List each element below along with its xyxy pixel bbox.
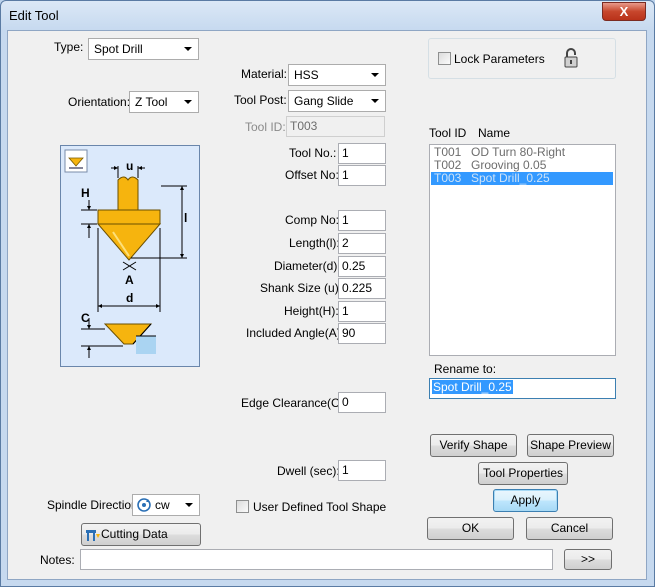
diameter-field[interactable]: 0.25 xyxy=(338,256,386,277)
included-angle-field[interactable]: 90 xyxy=(338,323,386,344)
rename-to-selected-text: Spot Drill_0.25 xyxy=(432,380,513,394)
spindle-direction-select[interactable]: cw xyxy=(132,494,200,516)
dim-a-label: A xyxy=(125,273,134,287)
offset-no-label: Offset No: xyxy=(285,168,339,182)
type-label: Type: xyxy=(54,40,84,54)
type-value: Spot Drill xyxy=(94,42,143,56)
tool-shape-diagram: u H l A d C xyxy=(60,145,200,367)
dialog-client-area: Type: Spot Drill Orientation: Z Tool u H… xyxy=(7,30,647,580)
chevron-down-icon xyxy=(371,73,379,77)
close-button[interactable]: X xyxy=(602,2,646,21)
ok-button[interactable]: OK xyxy=(427,517,514,540)
comp-no-label: Comp No: xyxy=(285,213,340,227)
chevron-down-icon xyxy=(184,100,192,104)
user-defined-shape-label: User Defined Tool Shape xyxy=(253,500,387,514)
orientation-value: Z Tool xyxy=(135,95,168,109)
dim-c-label: C xyxy=(81,311,90,325)
padlock-icon xyxy=(564,48,578,68)
chevron-down-icon xyxy=(184,47,192,51)
diameter-label: Diameter(d): xyxy=(274,259,341,273)
chevron-down-icon xyxy=(185,503,193,507)
dim-d-label: d xyxy=(126,291,134,305)
tool-no-field[interactable]: 1 xyxy=(338,143,386,164)
dim-l-label: l xyxy=(184,211,188,225)
tool-list-row[interactable]: T003 Spot Drill_0.25 xyxy=(431,172,613,185)
material-value: HSS xyxy=(294,68,319,82)
height-label: Height(H): xyxy=(284,304,339,318)
notes-expand-button[interactable]: >> xyxy=(564,549,612,570)
tool-post-select[interactable]: Gang Slide xyxy=(288,90,386,112)
spindle-rotation-icon xyxy=(137,498,151,512)
cutting-data-icon xyxy=(86,530,100,541)
shank-size-label: Shank Size (u): xyxy=(260,281,343,295)
user-defined-shape-checkbox[interactable] xyxy=(236,500,249,513)
material-label: Material: xyxy=(241,67,288,81)
length-field[interactable]: 2 xyxy=(338,233,386,254)
offset-no-field[interactable]: 1 xyxy=(338,165,386,186)
tool-post-value: Gang Slide xyxy=(294,94,354,108)
height-field[interactable]: 1 xyxy=(338,301,386,322)
dim-h-label: H xyxy=(81,186,90,200)
shape-preview-button[interactable]: Shape Preview xyxy=(527,434,614,457)
dim-u-label: u xyxy=(126,159,134,173)
shank-size-field[interactable]: 0.225 xyxy=(338,278,386,299)
tool-list-row-name: Spot Drill_0.25 xyxy=(471,171,550,185)
tool-list[interactable]: T001 OD Turn 80-Right T002 Grooving 0.05 T00… xyxy=(429,144,616,356)
verify-shape-button[interactable]: Verify Shape xyxy=(430,434,517,457)
window-title: Edit Tool xyxy=(9,8,59,23)
orientation-select[interactable]: Z Tool xyxy=(129,91,199,113)
notes-label: Notes: xyxy=(40,553,75,567)
spindle-direction-label: Spindle Direction: xyxy=(47,498,142,512)
apply-button[interactable]: Apply xyxy=(493,489,558,512)
name-column-header: Name xyxy=(478,126,511,140)
cutting-data-button[interactable]: Cutting Data xyxy=(81,523,201,546)
tool-id-column-header: Tool ID xyxy=(429,126,467,140)
edge-clearance-label: Edge Clearance(C): xyxy=(241,396,348,410)
lock-parameters-group: Lock Parameters xyxy=(428,38,616,79)
edge-clearance-field[interactable]: 0 xyxy=(338,392,386,413)
tool-properties-button[interactable]: Tool Properties xyxy=(478,462,568,485)
tool-no-label: Tool No.: xyxy=(289,146,337,160)
spindle-direction-value: cw xyxy=(155,498,170,512)
cancel-button[interactable]: Cancel xyxy=(526,517,613,540)
chevron-down-icon xyxy=(371,99,379,103)
lock-parameters-label: Lock Parameters xyxy=(454,52,545,66)
dwell-field[interactable]: 1 xyxy=(338,460,386,481)
lock-parameters-checkbox[interactable] xyxy=(438,52,451,65)
tool-id-field: T003 xyxy=(286,116,385,137)
orientation-label: Orientation: xyxy=(68,95,131,109)
cutting-data-label: Cutting Data xyxy=(101,527,168,541)
type-select[interactable]: Spot Drill xyxy=(88,38,199,60)
tool-list-row-id: T003 xyxy=(434,171,462,185)
title-bar: Edit Tool X xyxy=(1,1,654,31)
rename-to-label: Rename to: xyxy=(434,362,497,376)
tool-id-label: Tool ID: xyxy=(245,120,286,134)
included-angle-label: Included Angle(A): xyxy=(246,326,345,340)
rename-to-field[interactable]: Spot Drill_0.25 xyxy=(429,378,616,399)
close-icon: X xyxy=(619,4,629,19)
spot-drill-drawing xyxy=(64,149,187,358)
length-label: Length(l): xyxy=(289,236,340,250)
comp-no-field[interactable]: 1 xyxy=(338,210,386,231)
material-select[interactable]: HSS xyxy=(288,64,386,86)
notes-field[interactable] xyxy=(80,549,553,570)
dwell-label: Dwell (sec): xyxy=(277,464,340,478)
tool-post-label: Tool Post: xyxy=(234,93,287,107)
